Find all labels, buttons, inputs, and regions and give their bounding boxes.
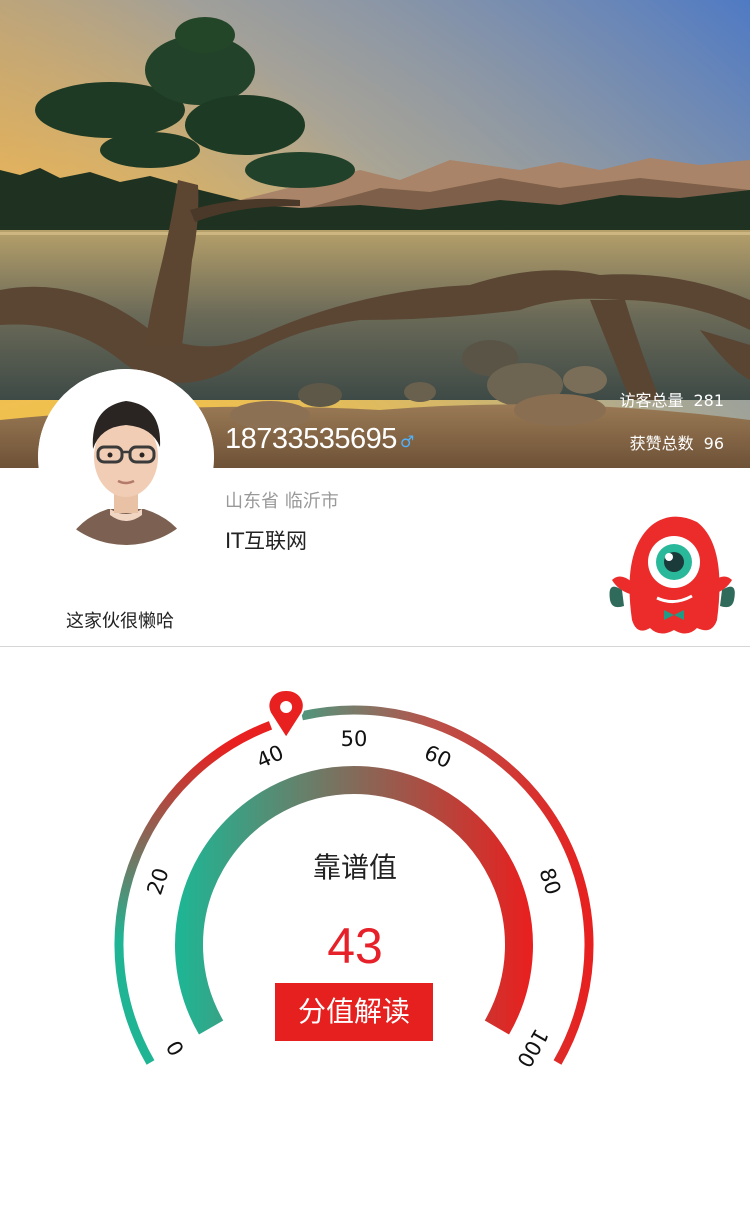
gauge-tick-label: 80 <box>534 865 565 898</box>
gauge-score: 43 <box>327 918 383 974</box>
gauge-tick-label: 60 <box>421 740 455 773</box>
likes-label: 获赞总数 <box>629 434 694 453</box>
visitors-stat[interactable]: 访客总量 281 <box>619 387 724 411</box>
industry-text: IT互联网 <box>225 529 308 553</box>
gauge-title: 靠谱值 <box>312 851 397 884</box>
avatar[interactable] <box>38 369 214 545</box>
gauge-tick-label: 50 <box>341 727 368 751</box>
profile-phone: 18733535695 <box>225 423 397 455</box>
location-marker-icon <box>267 688 305 740</box>
likes-count: 96 <box>703 434 724 453</box>
male-icon: ♂ <box>400 432 415 451</box>
visitors-label: 访客总量 <box>619 391 684 410</box>
mascot-icon[interactable] <box>602 510 742 644</box>
gauge-tick-label: 20 <box>143 865 174 898</box>
bio-text: 这家伙很懒哈 <box>66 611 174 632</box>
gauge-tick-label: 100 <box>512 1025 553 1072</box>
visitors-count: 281 <box>693 391 724 410</box>
section-divider <box>0 646 750 647</box>
gauge-tick-label: 40 <box>253 740 287 773</box>
score-interpretation-button[interactable]: 分值解读 <box>275 983 433 1041</box>
likes-stat[interactable]: 获赞总数 96 <box>630 430 724 454</box>
gauge-tick-label: 0 <box>162 1036 189 1060</box>
location-text: 山东省 临沂市 <box>225 491 339 512</box>
